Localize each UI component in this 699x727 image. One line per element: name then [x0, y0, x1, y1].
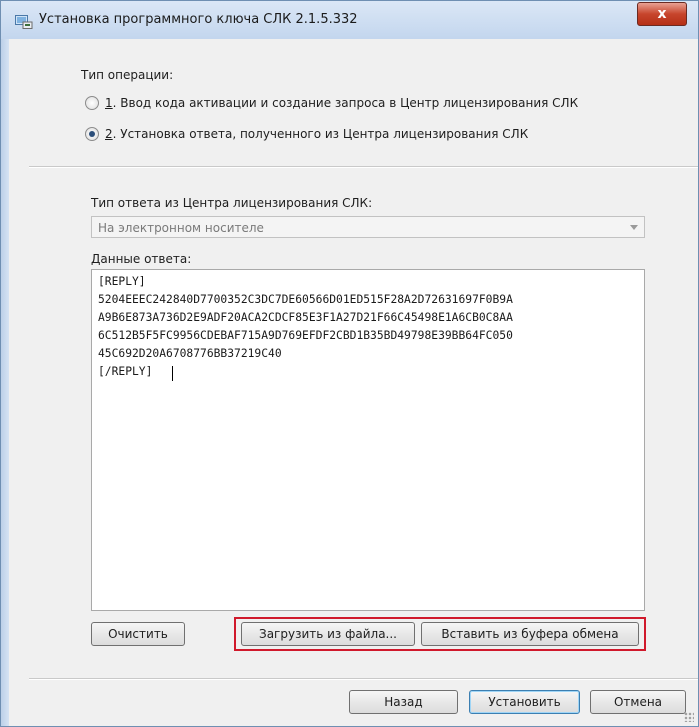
chevron-down-icon: [630, 225, 638, 230]
paste-from-clipboard-button[interactable]: Вставить из буфера обмена: [421, 622, 639, 646]
clear-button[interactable]: Очистить: [91, 622, 185, 646]
install-button[interactable]: Установить: [469, 690, 580, 714]
reply-line-2: 5204EEEC242840D7700352C3DC7DE60566D01ED5…: [98, 293, 513, 306]
radio-option-1[interactable]: 1. Ввод кода активации и создание запрос…: [85, 96, 578, 110]
reply-line-5: 45C692D20A6708776BB37219C40: [98, 347, 282, 360]
reply-line-3: A9B6E873A736D2E9ADF20ACA2CDCF85E3F1A27D2…: [98, 311, 513, 324]
load-from-file-button[interactable]: Загрузить из файла...: [241, 622, 415, 646]
window-frame: [1, 39, 9, 726]
title-bar[interactable]: Установка программного ключа СЛК 2.1.5.3…: [1, 1, 698, 40]
operation-type-label: Тип операции:: [81, 68, 174, 82]
response-data-label: Данные ответа:: [91, 252, 192, 266]
response-data-textarea[interactable]: [REPLY] 5204EEEC242840D7700352C3DC7DE605…: [91, 269, 645, 611]
footer: Назад Установить Отмена: [9, 689, 698, 726]
response-type-value: На электронном носителе: [98, 221, 264, 235]
dialog-body: Тип операции: 1. Ввод кода активации и с…: [9, 39, 698, 726]
response-type-select[interactable]: На электронном носителе: [91, 216, 645, 238]
reply-line-6: [/REPLY]: [98, 365, 153, 378]
response-type-label: Тип ответа из Центра лицензирования СЛК:: [91, 196, 373, 210]
radio-option-2-label: 2. Установка ответа, полученного из Цент…: [105, 127, 529, 141]
back-button[interactable]: Назад: [349, 690, 458, 714]
reply-line-1: [REPLY]: [98, 275, 146, 288]
radio-option-2[interactable]: 2. Установка ответа, полученного из Цент…: [85, 127, 528, 141]
separator-top: [29, 166, 698, 168]
separator-bottom: [29, 678, 698, 680]
radio-button-2[interactable]: [85, 127, 99, 141]
reply-line-4: 6C512B5F5FC9956CDEBAF715A9D769EFDF2CBD1B…: [98, 329, 513, 342]
cancel-button[interactable]: Отмена: [590, 690, 686, 714]
window-title: Установка программного ключа СЛК 2.1.5.3…: [39, 12, 358, 27]
close-icon: x: [657, 6, 667, 22]
close-button[interactable]: x: [637, 2, 687, 26]
app-icon: [15, 15, 33, 29]
resize-grip-icon[interactable]: [684, 712, 694, 722]
radio-option-1-label: 1. Ввод кода активации и создание запрос…: [105, 96, 579, 110]
text-cursor: [172, 366, 173, 381]
dialog-window: Установка программного ключа СЛК 2.1.5.3…: [0, 0, 699, 727]
radio-button-1[interactable]: [85, 96, 99, 110]
